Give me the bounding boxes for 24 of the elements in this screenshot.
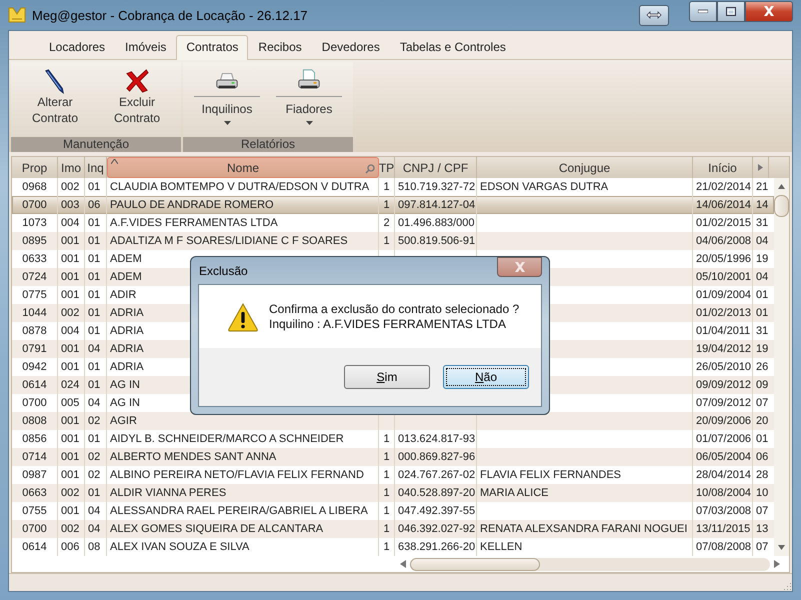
table-cell-text: 01 [755,306,769,321]
group-label: Relatórios [183,137,353,152]
table-cell-text: 31 [755,324,769,339]
table-cell-text: 19 [755,342,769,357]
window-title: Meg@gestor - Cobrança de Locação - 26.12.17 [32,8,309,22]
table-cell-text: 01 [755,432,769,447]
table-cell-text: 01 [755,288,769,303]
table-cell-text: 07 [755,540,769,555]
table-cell-text: 13 [755,522,769,537]
table-cell-text: 06 [755,450,769,465]
table-cell-text: 28 [755,468,769,483]
table-cell-text: 21 [755,180,769,195]
table-cell-text: 19 [755,252,769,267]
group-label: Manutenção [11,137,181,152]
table-cell-text: 07 [755,504,769,519]
table-cell-text: 04 [755,234,769,249]
table-cell-text: 26 [755,360,769,375]
table-cell-text: 07 [755,396,769,411]
table-cell-text: 14 [755,198,769,213]
table-cell-text: 20 [755,414,769,429]
table-cell-text: 09 [755,378,769,393]
table-cell-text: 31 [755,216,769,231]
table-cell-text: 04 [755,270,769,285]
table-cell-text: 10 [755,486,769,501]
